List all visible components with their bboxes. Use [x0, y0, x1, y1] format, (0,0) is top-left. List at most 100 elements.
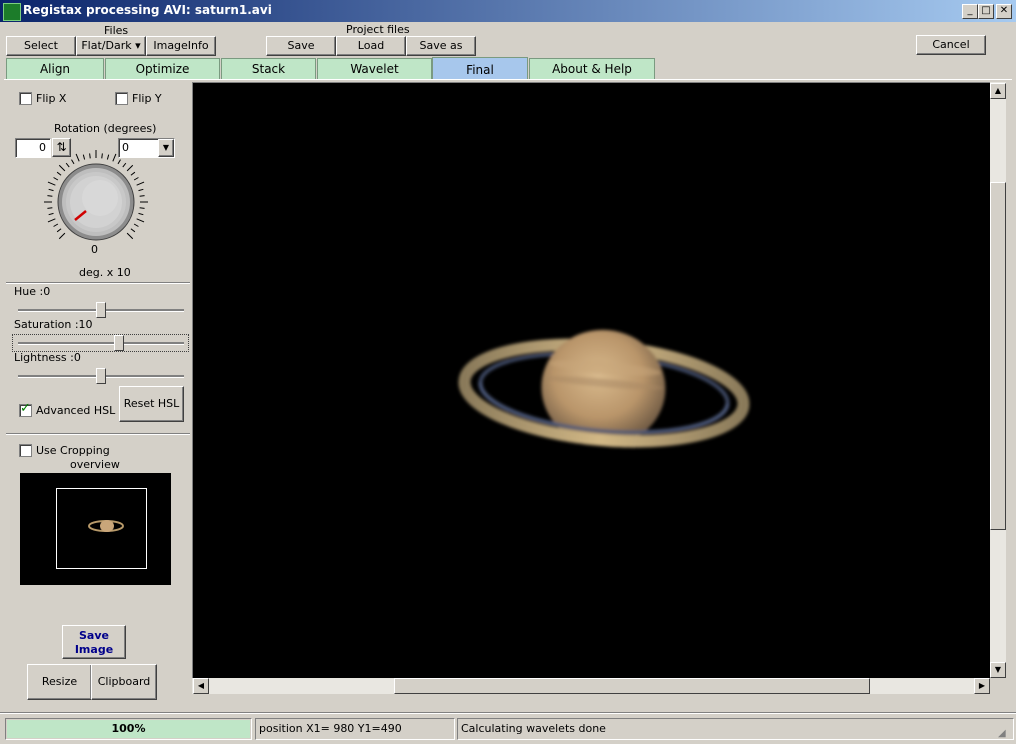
- window-title: Registax processing AVI: saturn1.avi: [23, 3, 272, 17]
- dial-tick: [106, 154, 110, 160]
- flip-y-checkbox[interactable]: [115, 92, 128, 105]
- saturation-slider-thumb[interactable]: [114, 335, 124, 351]
- dial-tick: [56, 171, 62, 176]
- scroll-corner: [990, 678, 1006, 694]
- save-image-button[interactable]: Save Image: [62, 625, 126, 659]
- dial-tick: [56, 228, 62, 233]
- dial-tick: [130, 171, 136, 176]
- progress-bar: 100%: [5, 718, 252, 740]
- tab-align[interactable]: Align: [6, 58, 104, 79]
- tab-final[interactable]: Final: [432, 57, 528, 80]
- load-project-button[interactable]: Load: [336, 36, 406, 56]
- checkmark-icon: ✓: [20, 401, 31, 416]
- dial-tick: [89, 153, 91, 159]
- maximize-button[interactable]: □: [978, 4, 994, 19]
- scroll-down-arrow-icon[interactable]: ▼: [990, 662, 1006, 678]
- dial-tick: [47, 181, 56, 186]
- status-divider: [0, 712, 1016, 714]
- dial-tick: [101, 153, 103, 159]
- dial-tick: [82, 154, 86, 160]
- vertical-scrollbar[interactable]: ▲ ▼: [990, 82, 1006, 678]
- dial-tick: [47, 218, 56, 223]
- dial-tick: [71, 159, 75, 165]
- use-cropping-checkbox[interactable]: [19, 444, 32, 457]
- saturn-thumbnail: [88, 520, 124, 532]
- overview-thumbnail[interactable]: [20, 473, 171, 585]
- dial-tick: [136, 181, 145, 186]
- dial-tick: [136, 218, 145, 223]
- dial-tick: [58, 232, 66, 240]
- scroll-up-arrow-icon[interactable]: ▲: [990, 83, 1006, 99]
- vertical-scroll-thumb[interactable]: [990, 182, 1006, 530]
- dial-caption: deg. x 10: [79, 266, 131, 279]
- dial-tick: [117, 159, 121, 165]
- status-message: Calculating wavelets done: [457, 718, 1014, 740]
- rotation-label: Rotation (degrees): [54, 122, 157, 135]
- dial-tick: [139, 207, 145, 209]
- dial-tick: [139, 195, 145, 197]
- advanced-hsl-checkbox[interactable]: ✓: [19, 401, 32, 417]
- dial-tick: [53, 223, 59, 227]
- dial-tick: [138, 212, 144, 216]
- tab-baseline: [4, 79, 1012, 80]
- minimize-button[interactable]: _: [962, 4, 978, 19]
- tab-stack[interactable]: Stack: [221, 58, 316, 79]
- app-icon: [3, 3, 21, 21]
- dial-tick: [47, 195, 53, 197]
- dial-tick: [126, 164, 134, 172]
- scroll-right-arrow-icon[interactable]: ▶: [974, 678, 990, 694]
- save-as-project-button[interactable]: Save as: [406, 36, 476, 56]
- lightness-slider-thumb[interactable]: [96, 368, 106, 384]
- flip-x-label: Flip X: [36, 92, 67, 105]
- resize-grip-icon[interactable]: ◢: [998, 728, 1006, 739]
- tab-wavelet[interactable]: Wavelet: [317, 58, 432, 79]
- dial-tick: [53, 177, 59, 181]
- dial-tick: [126, 232, 134, 240]
- select-button[interactable]: Select: [6, 36, 76, 56]
- saturation-label: Saturation :10: [14, 318, 93, 331]
- lightness-label: Lightness :0: [14, 351, 81, 364]
- tab-optimize[interactable]: Optimize: [105, 58, 220, 79]
- close-button[interactable]: ✕: [996, 4, 1012, 19]
- dial-tick: [65, 162, 70, 168]
- image-viewport[interactable]: [192, 82, 992, 680]
- saturation-slider-track: [18, 342, 184, 345]
- dial-value: 0: [91, 243, 98, 256]
- clipboard-button[interactable]: Clipboard: [91, 664, 157, 700]
- saturn-image: [458, 329, 750, 448]
- cancel-button[interactable]: Cancel: [916, 35, 986, 55]
- dial-tick: [58, 164, 66, 172]
- flip-x-checkbox[interactable]: [19, 92, 32, 105]
- divider: [6, 282, 190, 284]
- dial-tick: [138, 188, 144, 192]
- advanced-hsl-label: Advanced HSL: [36, 404, 116, 417]
- hue-label: Hue :0: [14, 285, 51, 298]
- dial-tick: [47, 207, 53, 209]
- title-bar: Registax processing AVI: saturn1.avi _ □…: [0, 0, 1016, 22]
- progress-text: 100%: [111, 722, 146, 735]
- hue-slider-thumb[interactable]: [96, 302, 106, 318]
- flat-dark-button[interactable]: Flat/Dark ▾: [76, 36, 146, 56]
- flip-y-label: Flip Y: [132, 92, 162, 105]
- resize-button[interactable]: Resize: [27, 664, 92, 700]
- dial-tick: [133, 177, 139, 181]
- dial-tick: [48, 188, 54, 192]
- overview-label: overview: [70, 458, 120, 471]
- imageinfo-button[interactable]: ImageInfo: [146, 36, 216, 56]
- save-project-button[interactable]: Save: [266, 36, 336, 56]
- rotation-dial[interactable]: [38, 148, 156, 250]
- dial-tick: [75, 153, 80, 162]
- horizontal-scroll-thumb[interactable]: [394, 678, 870, 694]
- chevron-down-icon[interactable]: ▼: [158, 139, 174, 157]
- dial-tick: [130, 228, 136, 233]
- dial-tick: [48, 212, 54, 216]
- dial-tick: [112, 153, 117, 162]
- project-files-label: Project files: [346, 23, 410, 36]
- reset-hsl-button[interactable]: Reset HSL: [119, 386, 184, 422]
- position-readout: position X1= 980 Y1=490: [255, 718, 455, 740]
- scroll-left-arrow-icon[interactable]: ◀: [193, 678, 209, 694]
- dial-tick: [133, 223, 139, 227]
- horizontal-scrollbar[interactable]: ◀ ▶: [192, 678, 990, 694]
- tab-about-help[interactable]: About & Help: [529, 58, 655, 79]
- dial-tick: [122, 162, 127, 168]
